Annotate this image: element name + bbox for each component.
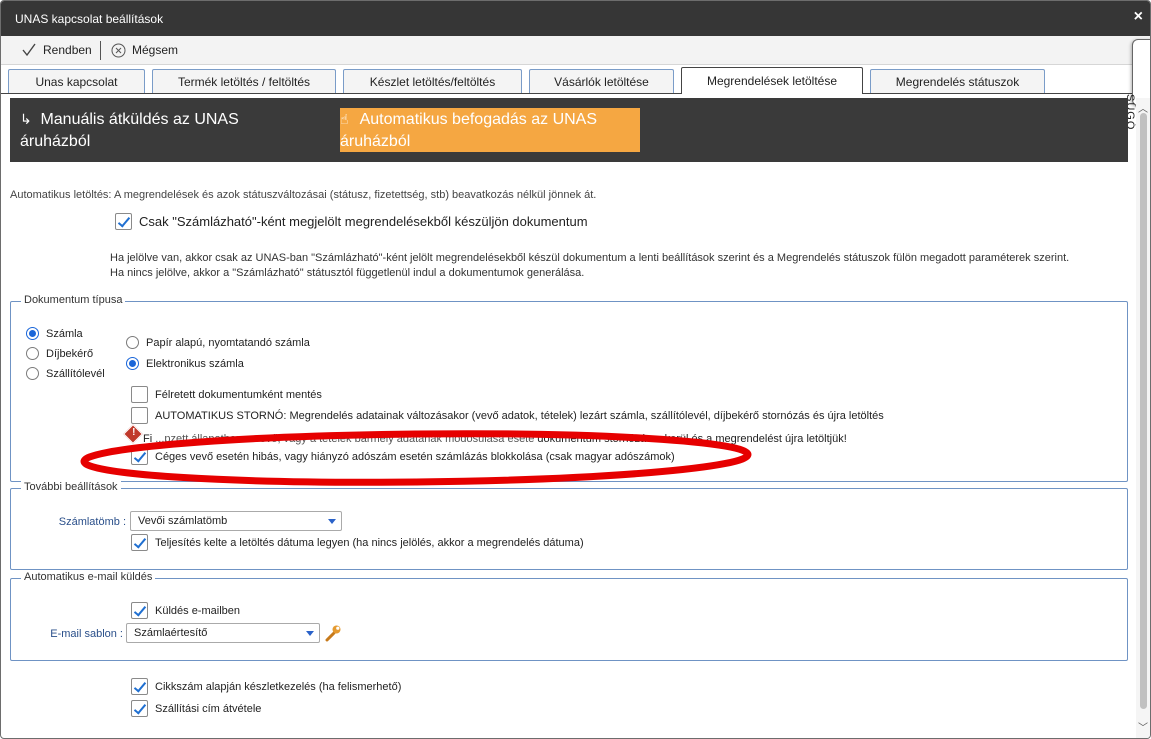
scroll-down-icon[interactable]: ﹀	[1138, 719, 1148, 734]
ok-button-label: Rendben	[43, 43, 92, 57]
shipping-address-checkbox[interactable]	[131, 700, 148, 717]
tab-product-sync[interactable]: Termék letöltés / feltöltés	[152, 69, 336, 93]
send-email-checkbox[interactable]	[131, 602, 148, 619]
invoiceable-only-label: Csak "Számlázható"-ként megjelölt megren…	[139, 214, 588, 229]
more-settings-legend: További beállítások	[21, 481, 121, 493]
mode-panel: ↳ Manuális átküldés az UNAS áruházból ☝ …	[10, 98, 1128, 162]
tab-bar: Unas kapcsolat Termék letöltés / feltölt…	[1, 67, 1136, 94]
invoiceable-help-text: Ha jelölve van, akkor csak az UNAS-ban "…	[110, 251, 1069, 281]
pointer-icon: ☝	[340, 111, 349, 127]
email-group: Automatikus e-mail küldés	[10, 571, 1128, 661]
auto-line1: Automatikus befogadás az UNAS	[359, 111, 598, 128]
chevron-down-icon	[306, 631, 314, 636]
format-electronic-row: Elektronikus számla	[126, 357, 244, 370]
send-email-row: Küldés e-mailben	[131, 602, 240, 619]
warning-text-right: dokumentum stornózásra kerül és a megren…	[537, 433, 847, 445]
arrow-icon: ↳	[20, 111, 32, 127]
cancel-button-label: Mégsem	[132, 43, 179, 57]
cancel-circle-icon	[111, 43, 126, 57]
manual-transfer-option[interactable]: ↳ Manuális átküldés az UNAS áruházból	[20, 108, 320, 153]
type-delivery-row: Szállítólevél	[26, 367, 105, 380]
auto-download-info: Automatikus letöltés: A megrendelések és…	[10, 189, 597, 201]
tab-order-statuses[interactable]: Megrendelés státuszok	[870, 69, 1045, 93]
format-paper-label: Papír alapú, nyomtatandó számla	[146, 336, 310, 349]
type-proforma-row: Díjbekérő	[26, 347, 93, 360]
toolbar: Rendben Mégsem	[1, 36, 1150, 65]
auto-storno-checkbox[interactable]	[131, 407, 148, 424]
automatic-receive-option[interactable]: ☝ Automatikus befogadás az UNAS áruházbó…	[340, 108, 640, 152]
manual-line2: áruházból	[20, 133, 91, 150]
auto-line2: áruházból	[340, 133, 411, 150]
fulfillment-date-label: Teljesítés kelte a letöltés dátuma legye…	[155, 536, 584, 549]
tax-block-checkbox[interactable]	[131, 448, 148, 465]
invoice-block-value: Vevői számlatömb	[138, 515, 228, 527]
close-icon[interactable]: ×	[1134, 8, 1143, 26]
help-tab[interactable]: SÚGÓ	[1124, 39, 1150, 130]
type-proforma-label: Díjbekérő	[46, 347, 94, 360]
shipping-address-row: Szállítási cím átvétele	[131, 700, 261, 717]
auto-storno-label: AUTOMATIKUS STORNÓ: Megrendelés adataina…	[155, 409, 884, 422]
save-pending-row: Félretett dokumentumként mentés	[131, 386, 322, 403]
format-electronic-radio[interactable]	[126, 357, 139, 370]
checkmark-icon	[22, 43, 36, 57]
type-delivery-radio[interactable]	[26, 367, 39, 380]
type-invoice-row: Számla	[26, 327, 83, 340]
email-template-label: E-mail sablon :	[50, 628, 123, 640]
toolbar-separator	[100, 41, 101, 60]
settings-window: UNAS kapcsolat beállítások × Rendben Még…	[0, 0, 1151, 739]
email-template-select[interactable]: Számlaértesítő	[126, 623, 320, 643]
type-delivery-label: Szállítólevél	[46, 367, 105, 380]
tab-orders-download[interactable]: Megrendelések letöltése	[681, 67, 863, 94]
tab-stock-sync[interactable]: Készlet letöltés/feltöltés	[343, 69, 522, 93]
fulfillment-date-checkbox[interactable]	[131, 534, 148, 551]
email-legend: Automatikus e-mail küldés	[21, 571, 156, 583]
help-line-2: Ha nincs jelölve, akkor a "Számlázható" …	[110, 267, 585, 279]
format-paper-row: Papír alapú, nyomtatandó számla	[126, 336, 310, 349]
format-electronic-label: Elektronikus számla	[146, 357, 244, 370]
email-template-value: Számlaértesítő	[134, 627, 208, 639]
sku-stock-label: Cikkszám alapján készletkezelés (ha feli…	[155, 680, 402, 693]
scrollbar-thumb[interactable]	[1140, 113, 1147, 709]
warning-text-left: Fi	[143, 433, 153, 445]
title-bar: UNAS kapcsolat beállítások ×	[1, 1, 1150, 36]
wrench-icon[interactable]	[324, 624, 342, 642]
tab-unas-connection[interactable]: Unas kapcsolat	[8, 69, 145, 93]
document-type-legend: Dokumentum típusa	[21, 294, 126, 306]
tax-block-row: Céges vevő esetén hibás, vagy hiányzó ad…	[131, 448, 675, 465]
invoice-block-label: Számlatömb :	[58, 516, 126, 528]
warning-text-middle: ...pzett állapotban a vevő, vagy a tétel…	[155, 433, 535, 445]
window-title: UNAS kapcsolat beállítások	[15, 12, 164, 26]
save-pending-checkbox[interactable]	[131, 386, 148, 403]
type-invoice-radio[interactable]	[26, 327, 39, 340]
ok-button[interactable]: Rendben	[21, 36, 92, 64]
cancel-button[interactable]: Mégsem	[111, 36, 178, 64]
sku-stock-row: Cikkszám alapján készletkezelés (ha feli…	[131, 678, 401, 695]
invoice-block-select[interactable]: Vevői számlatömb	[130, 511, 342, 531]
auto-storno-row: AUTOMATIKUS STORNÓ: Megrendelés adataina…	[131, 407, 884, 424]
save-pending-label: Félretett dokumentumként mentés	[155, 388, 322, 401]
tax-block-label: Céges vevő esetén hibás, vagy hiányzó ad…	[155, 450, 675, 463]
tab-customers[interactable]: Vásárlók letöltése	[529, 69, 674, 93]
format-paper-radio[interactable]	[126, 336, 139, 349]
type-invoice-label: Számla	[46, 327, 83, 340]
tabs-divider	[1, 93, 1136, 94]
manual-line1: Manuális átküldés az UNAS	[40, 111, 239, 128]
chevron-down-icon	[328, 519, 336, 524]
storno-warning-text: Fi ...pzett állapotban a vevő, vagy a té…	[143, 433, 847, 445]
fulfillment-date-row: Teljesítés kelte a letöltés dátuma legye…	[131, 534, 584, 551]
sku-stock-checkbox[interactable]	[131, 678, 148, 695]
type-proforma-radio[interactable]	[26, 347, 39, 360]
invoiceable-only-row: Csak "Számlázható"-ként megjelölt megren…	[115, 213, 588, 230]
shipping-address-label: Szállítási cím átvétele	[155, 702, 262, 715]
help-line-1: Ha jelölve van, akkor csak az UNAS-ban "…	[110, 252, 1070, 264]
send-email-label: Küldés e-mailben	[155, 604, 240, 617]
invoiceable-only-checkbox[interactable]	[115, 213, 132, 230]
